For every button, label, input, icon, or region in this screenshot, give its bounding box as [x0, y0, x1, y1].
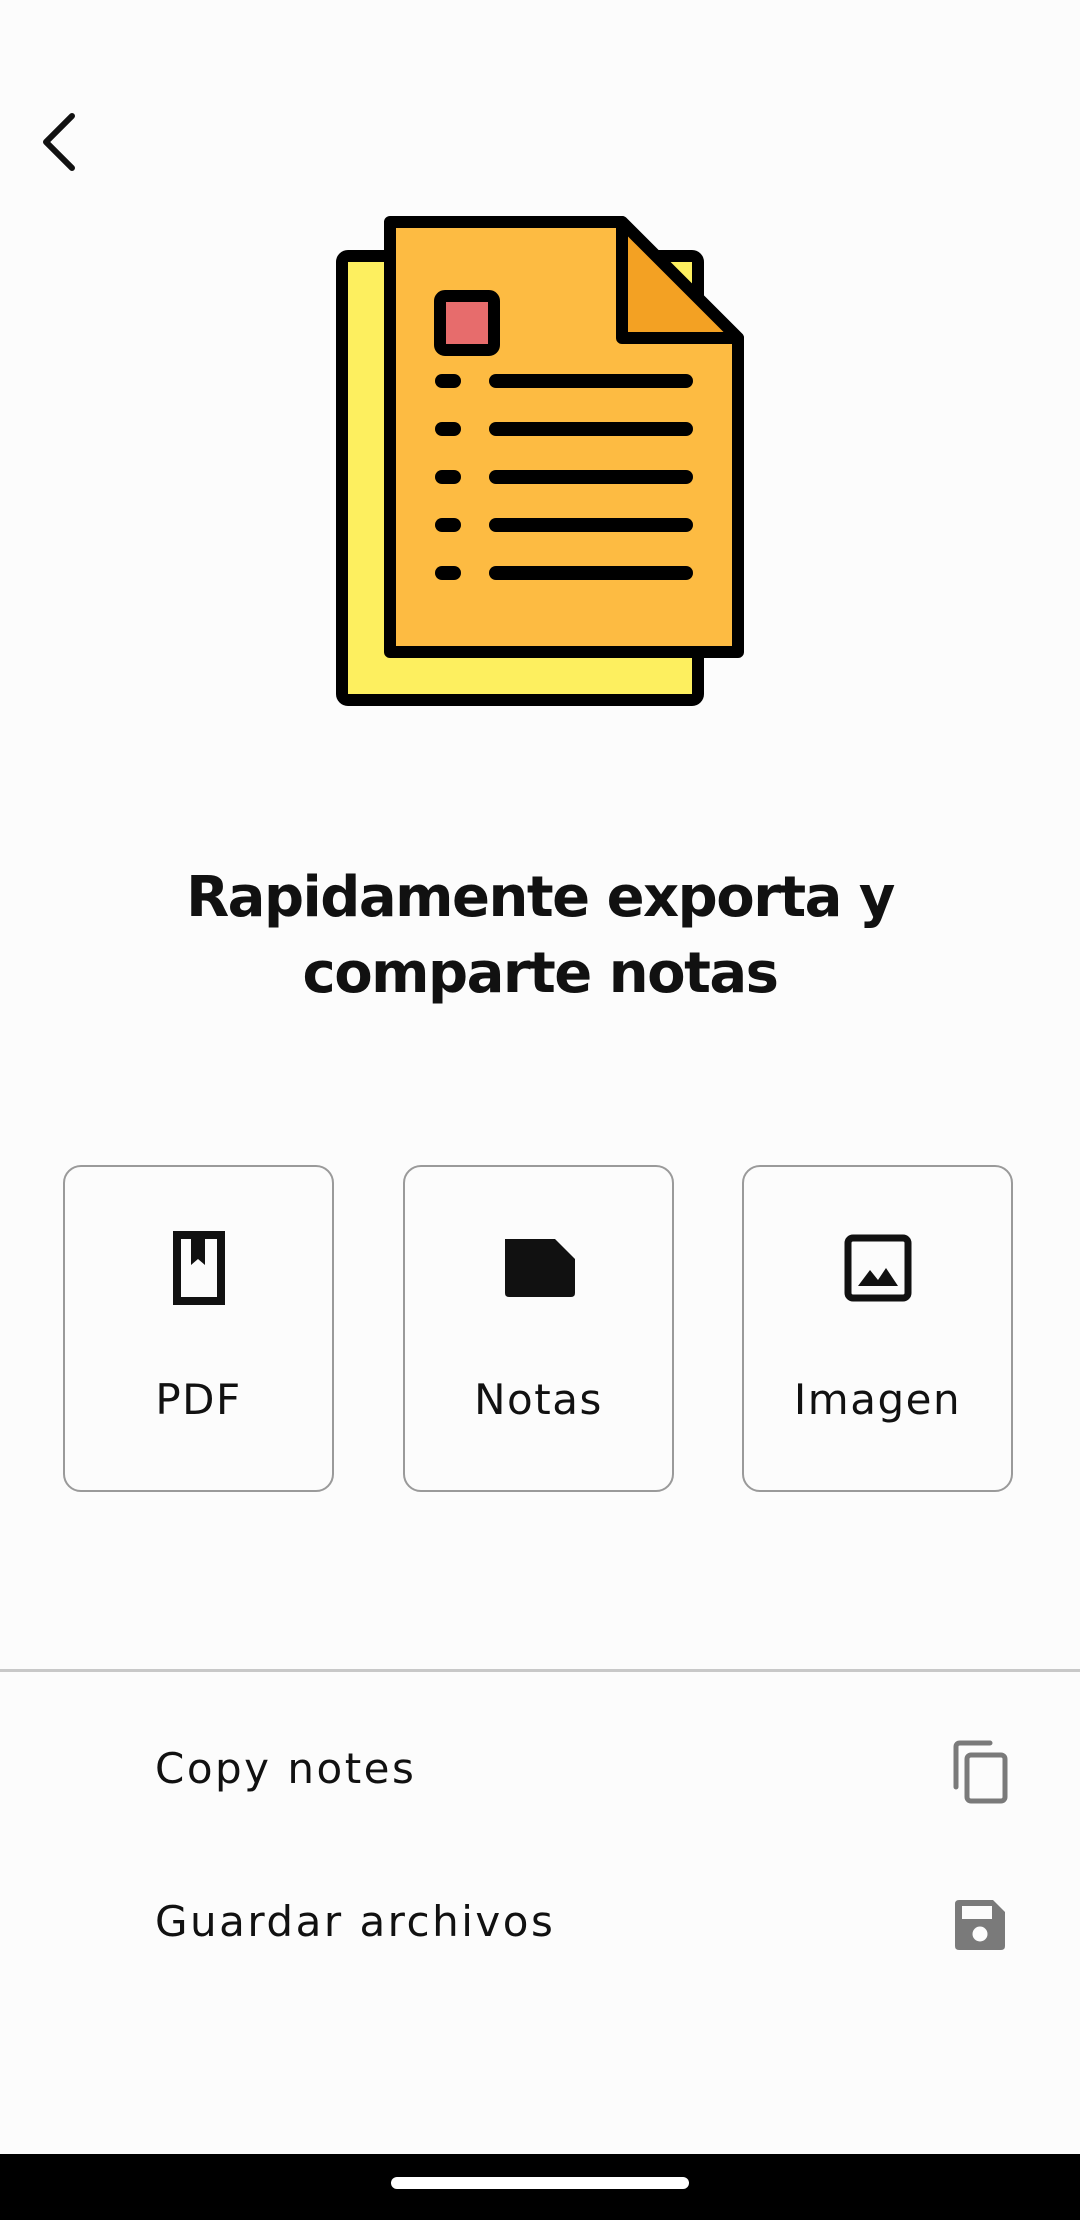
export-image-button[interactable]: Imagen	[742, 1165, 1013, 1492]
copy-notes-item[interactable]: Copy notes	[0, 1694, 1080, 1844]
export-notes-button[interactable]: Notas	[403, 1165, 674, 1492]
export-screen: Rapidamente exporta y comparte notas PDF…	[0, 0, 1080, 2220]
divider	[0, 1669, 1080, 1672]
save-files-item[interactable]: Guardar archivos	[0, 1847, 1080, 1997]
export-notes-label: Notas	[474, 1375, 603, 1424]
copy-notes-label: Copy notes	[155, 1744, 417, 1793]
save-files-label: Guardar archivos	[155, 1897, 556, 1946]
home-indicator[interactable]	[391, 2177, 689, 2189]
image-icon	[844, 1234, 911, 1302]
save-icon	[955, 1900, 1005, 1950]
document-stack-icon	[336, 216, 744, 706]
headline-line-1: Rapidamente exporta y	[186, 865, 895, 930]
book-icon	[172, 1231, 225, 1305]
export-image-label: Imagen	[793, 1375, 962, 1424]
hero-illustration	[336, 216, 744, 706]
status-bar	[0, 0, 1080, 60]
export-pdf-button[interactable]: PDF	[63, 1165, 334, 1492]
headline-line-2: comparte notas	[302, 941, 780, 1006]
note-icon	[504, 1239, 575, 1297]
chevron-left-icon	[43, 113, 75, 171]
export-options: PDF Notas Imagen	[63, 1165, 1017, 1494]
export-pdf-label: PDF	[155, 1375, 242, 1424]
headline: Rapidamente exporta y comparte notas	[90, 860, 990, 1012]
back-button[interactable]	[28, 100, 92, 184]
system-navigation-bar	[0, 2154, 1080, 2220]
copy-icon	[953, 1740, 1008, 1804]
